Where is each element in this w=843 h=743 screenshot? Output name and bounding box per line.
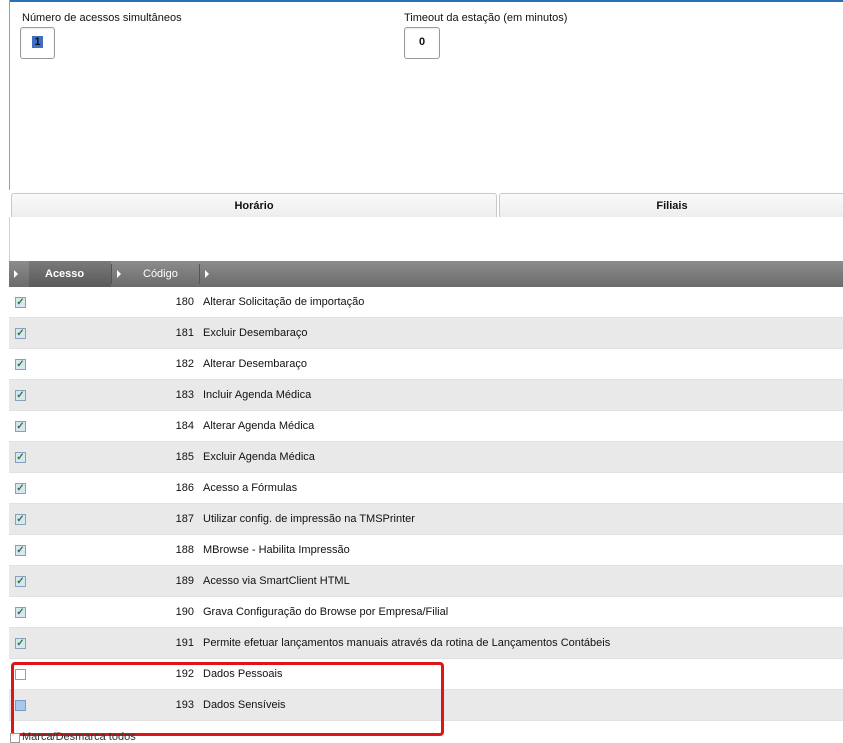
table-row[interactable]: ✓ 183 Incluir Agenda Médica bbox=[9, 380, 843, 411]
checkbox-checked-icon[interactable]: ✓ bbox=[15, 359, 26, 370]
row-description: Incluir Agenda Médica bbox=[203, 389, 312, 401]
table-row[interactable]: ✓ 182 Alterar Desembaraço bbox=[9, 349, 843, 380]
row-description: Excluir Agenda Médica bbox=[203, 451, 315, 463]
checkbox-checked-icon[interactable]: ✓ bbox=[15, 483, 26, 494]
timeout-label: Timeout da estação (em minutos) bbox=[404, 12, 568, 24]
checkbox-checked-icon[interactable]: ✓ bbox=[15, 576, 26, 587]
tab-filiais[interactable]: Filiais bbox=[499, 193, 843, 218]
table-row[interactable]: ✓ 185 Excluir Agenda Médica bbox=[9, 442, 843, 473]
simultaneous-access-value: 1 bbox=[32, 36, 43, 48]
column-divider bbox=[199, 264, 200, 284]
column-header-codigo-label: Código bbox=[143, 268, 178, 280]
checkbox-checked-icon[interactable]: ✓ bbox=[15, 607, 26, 618]
row-description: Acesso a Fórmulas bbox=[203, 482, 298, 494]
column-header-codigo[interactable]: Código bbox=[143, 261, 203, 287]
row-description: Alterar Agenda Médica bbox=[203, 420, 315, 432]
checkbox-checked-icon[interactable]: ✓ bbox=[15, 390, 26, 401]
table-row[interactable]: ✓ 189 Acesso via SmartClient HTML bbox=[9, 566, 843, 597]
checkbox-checked-icon[interactable]: ✓ bbox=[15, 452, 26, 463]
row-code: 184 bbox=[175, 420, 194, 432]
table-row[interactable]: ✓ 184 Alterar Agenda Médica bbox=[9, 411, 843, 442]
row-description: Grava Configuração do Browse por Empresa… bbox=[203, 606, 449, 618]
top-border bbox=[9, 0, 843, 2]
row-code: 186 bbox=[175, 482, 194, 494]
column-divider bbox=[111, 264, 112, 284]
simultaneous-access-input[interactable]: 1 bbox=[20, 27, 55, 59]
checkbox-checked-icon[interactable]: ✓ bbox=[15, 545, 26, 556]
row-code: 185 bbox=[175, 451, 194, 463]
table-row[interactable]: ✓ 180 Alterar Solicitação de importação bbox=[9, 287, 843, 318]
grid-body: ✓ 180 Alterar Solicitação de importação ✓ 1… bbox=[9, 287, 843, 721]
table-row[interactable]: ✓ 186 Acesso a Fórmulas bbox=[9, 473, 843, 504]
row-code: 190 bbox=[175, 606, 194, 618]
table-row[interactable]: ✓ 188 MBrowse - Habilita Impressão bbox=[9, 535, 843, 566]
row-code: 181 bbox=[175, 327, 194, 339]
checkbox-checked-icon[interactable]: ✓ bbox=[15, 297, 26, 308]
column-header-acesso[interactable]: Acesso bbox=[29, 261, 111, 287]
checkbox-checked-icon[interactable]: ✓ bbox=[15, 328, 26, 339]
checkbox-checked-icon[interactable]: ✓ bbox=[15, 421, 26, 432]
row-indicator-icon bbox=[14, 270, 18, 278]
column-arrow-icon bbox=[205, 270, 209, 278]
grid-header: Acesso Código bbox=[9, 261, 843, 287]
row-description: Alterar Solicitação de importação bbox=[203, 296, 365, 308]
toggle-all-label: Marca/Desmarca todos bbox=[22, 731, 136, 743]
simultaneous-access-label: Número de acessos simultâneos bbox=[22, 12, 182, 24]
row-code: 180 bbox=[175, 296, 194, 308]
toggle-all-checkbox[interactable] bbox=[10, 733, 20, 743]
tab-horario[interactable]: Horário bbox=[11, 193, 497, 218]
column-header-acesso-label: Acesso bbox=[45, 268, 85, 280]
table-row[interactable]: ✓ 191 Permite efetuar lançamentos manuais … bbox=[9, 628, 843, 659]
row-description: Excluir Desembaraço bbox=[203, 327, 308, 339]
row-code: 183 bbox=[175, 389, 194, 401]
tab-panel bbox=[9, 217, 843, 261]
table-row[interactable]: ✓ 187 Utilizar config. de impressão na TMS… bbox=[9, 504, 843, 535]
row-code: 189 bbox=[175, 575, 194, 587]
row-code: 187 bbox=[175, 513, 194, 525]
table-row[interactable]: ✓ 190 Grava Configuração do Browse por Emp… bbox=[9, 597, 843, 628]
row-code: 191 bbox=[175, 637, 194, 649]
checkbox-checked-icon[interactable]: ✓ bbox=[15, 514, 26, 525]
row-description: Permite efetuar lançamentos manuais atra… bbox=[203, 637, 611, 649]
red-highlight-annotation bbox=[11, 662, 444, 736]
row-description: MBrowse - Habilita Impressão bbox=[203, 544, 350, 556]
row-code: 182 bbox=[175, 358, 194, 370]
row-code: 188 bbox=[175, 544, 194, 556]
timeout-input[interactable]: 0 bbox=[404, 27, 440, 59]
column-arrow-icon bbox=[117, 270, 121, 278]
row-description: Alterar Desembaraço bbox=[203, 358, 307, 370]
table-row[interactable]: ✓ 181 Excluir Desembaraço bbox=[9, 318, 843, 349]
left-border bbox=[9, 0, 10, 190]
checkbox-checked-icon[interactable]: ✓ bbox=[15, 638, 26, 649]
row-description: Utilizar config. de impressão na TMSPrin… bbox=[203, 513, 415, 525]
row-description: Acesso via SmartClient HTML bbox=[203, 575, 350, 587]
